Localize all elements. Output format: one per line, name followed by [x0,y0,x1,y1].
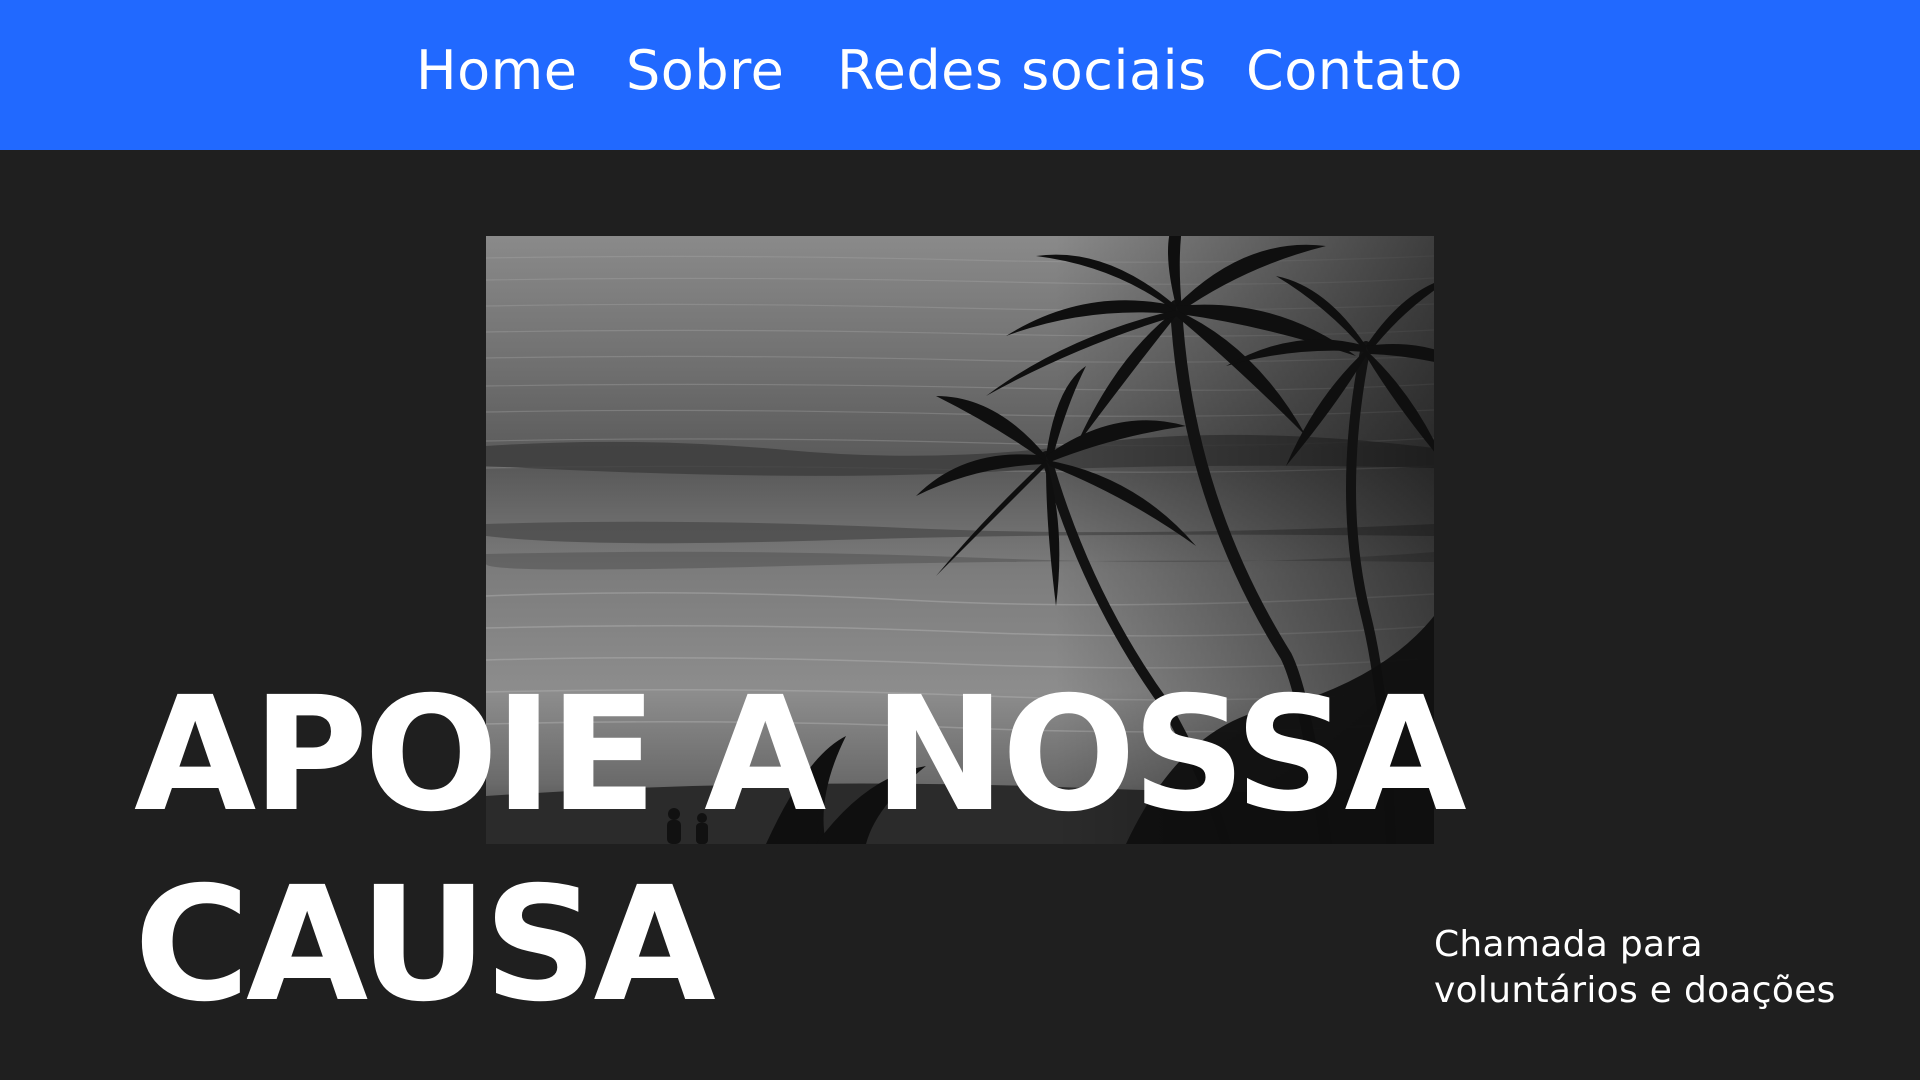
nav-link-redes-sociais[interactable]: Redes sociais [837,36,1207,106]
hero-subtitle: Chamada para voluntários e doações [1434,922,1836,1014]
hero-headline-line-1: APOIE A NOSSA [134,663,1467,847]
top-navbar: Home Sobre Redes sociais Contato [0,0,1920,150]
hero-headline: APOIE A NOSSA CAUSA [134,660,1467,1040]
hero-headline-line-2: CAUSA [134,853,716,1037]
nav-link-contato[interactable]: Contato [1246,36,1463,106]
hero-subtitle-line-1: Chamada para [1434,924,1703,965]
nav-link-home[interactable]: Home [416,36,577,106]
hero-subtitle-line-2: voluntários e doações [1434,970,1836,1011]
nav-link-sobre[interactable]: Sobre [626,36,784,106]
